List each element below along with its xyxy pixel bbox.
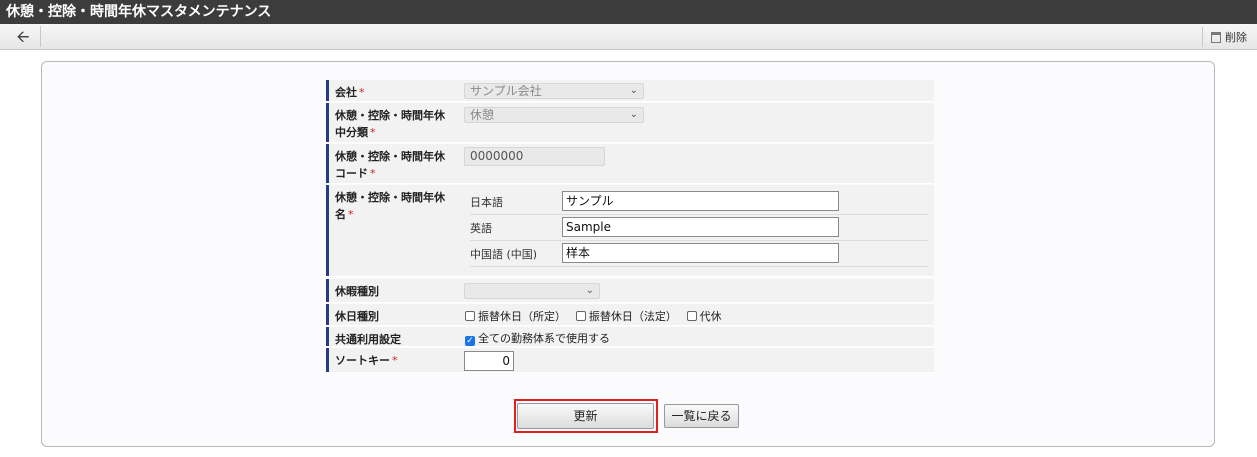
toolbar: 🡨 削除: [0, 24, 1257, 50]
window-title: 休憩・控除・時間年休マスタメンテナンス: [0, 0, 1257, 24]
lang-label-ja: 日本語: [470, 196, 503, 209]
delete-button[interactable]: 削除: [1202, 27, 1247, 47]
holiday-substitute-legal-checkbox[interactable]: [575, 311, 586, 321]
back-to-list-button[interactable]: 一覧に戻る: [664, 404, 739, 428]
delete-label: 削除: [1225, 31, 1247, 44]
sort-key-row: ソートキー * 0: [326, 348, 934, 373]
arrow-left-icon: 🡨: [16, 26, 30, 46]
chevron-down-icon: ⌄: [629, 109, 638, 120]
chevron-down-icon: ⌄: [629, 85, 638, 96]
holiday-type-row: 休日種別 振替休日（所定） 振替休日（法定） 代休: [326, 304, 934, 326]
category-select[interactable]: 休憩 ⌄: [464, 107, 644, 123]
name-zh-input[interactable]: 样本: [562, 243, 839, 263]
sort-key-input[interactable]: 0: [464, 351, 514, 371]
category-label: 休憩・控除・時間年休中分類 *: [326, 103, 458, 142]
category-row: 休憩・控除・時間年休中分類 * 休憩 ⌄: [326, 103, 934, 143]
name-label: 休憩・控除・時間年休名 *: [326, 185, 458, 276]
code-row: 休憩・控除・時間年休コード * 0000000: [326, 144, 934, 184]
code-field: 0000000: [464, 147, 605, 166]
code-label: 休憩・控除・時間年休コード *: [326, 144, 458, 183]
name-ja-input[interactable]: サンプル: [562, 191, 839, 211]
company-select[interactable]: サンプル会社 ⌄: [464, 83, 644, 99]
sort-key-label: ソートキー *: [326, 348, 458, 372]
name-row: 休憩・控除・時間年休名 * 日本語 サンプル 英語 Sample 中国語 (中国)…: [326, 185, 934, 277]
chevron-down-icon: ⌄: [585, 285, 594, 296]
name-zh-row: 中国語 (中国) 样本: [470, 240, 928, 267]
company-row: 会社 * サンプル会社 ⌄: [326, 80, 934, 102]
leave-type-label: 休暇種別: [326, 279, 458, 302]
leave-type-row: 休暇種別 ⌄: [326, 279, 934, 303]
holiday-substitute-prescribed-checkbox[interactable]: [465, 311, 475, 321]
leave-type-select[interactable]: ⌄: [464, 283, 600, 299]
shared-setting-label: 共通利用設定: [326, 327, 458, 346]
update-highlight: [514, 399, 658, 433]
shared-all-checkbox[interactable]: ✓: [465, 336, 475, 346]
shared-setting-row: 共通利用設定 ✓ 全ての勤務体系で使用する: [326, 327, 934, 347]
name-en-row: 英語 Sample: [470, 214, 928, 241]
holiday-compensatory-checkbox[interactable]: [686, 311, 697, 321]
holiday-type-label: 休日種別: [326, 304, 458, 325]
back-button[interactable]: 🡨: [6, 26, 41, 47]
trash-icon: [1211, 31, 1221, 43]
name-ja-row: 日本語 サンプル: [470, 188, 928, 215]
name-en-input[interactable]: Sample: [562, 217, 839, 237]
lang-label-zh: 中国語 (中国): [470, 248, 538, 261]
lang-label-en: 英語: [470, 222, 492, 235]
company-label: 会社 *: [326, 80, 458, 101]
